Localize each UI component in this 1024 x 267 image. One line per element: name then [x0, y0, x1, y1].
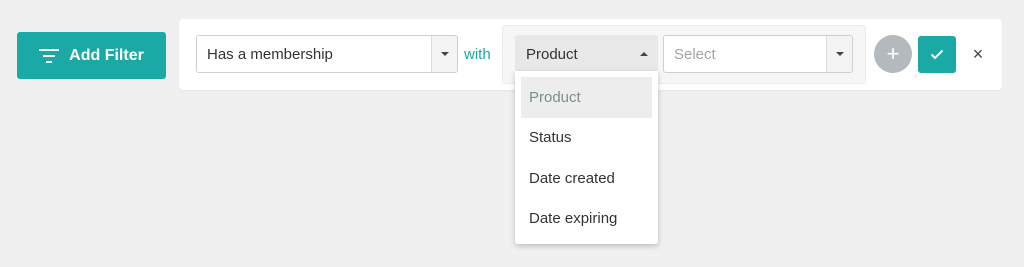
value-select-placeholder: Select: [674, 45, 716, 63]
value-select[interactable]: Select: [663, 35, 853, 73]
dropdown-option-date-created[interactable]: Date created: [515, 158, 658, 199]
check-icon: [930, 49, 944, 60]
remove-filter-button[interactable]: ×: [968, 42, 988, 66]
add-condition-button[interactable]: +: [874, 35, 912, 73]
field-select-value: Product: [526, 45, 578, 63]
condition-select-value: Has a membership: [207, 45, 333, 63]
dropdown-option-status[interactable]: Status: [515, 118, 658, 159]
field-select-toggle[interactable]: [631, 36, 657, 72]
field-dropdown-menu: Product Status Date created Date expirin…: [515, 71, 658, 244]
condition-select[interactable]: Has a membership: [196, 35, 458, 73]
close-icon: ×: [972, 43, 984, 64]
dropdown-option-date-expiring[interactable]: Date expiring: [515, 199, 658, 240]
filter-icon: [39, 48, 60, 63]
add-filter-label: Add Filter: [69, 46, 144, 64]
chevron-down-icon: [440, 52, 449, 56]
plus-icon: +: [886, 41, 900, 66]
condition-select-toggle[interactable]: [431, 36, 457, 72]
chevron-up-icon: [640, 52, 648, 56]
chevron-down-icon: [835, 52, 844, 56]
connector-text: with: [464, 46, 491, 63]
dropdown-option-product[interactable]: Product: [521, 77, 652, 118]
value-select-toggle[interactable]: [826, 36, 852, 72]
field-select[interactable]: Product: [515, 35, 658, 73]
add-filter-button[interactable]: Add Filter: [17, 32, 166, 79]
apply-filter-button[interactable]: [918, 36, 956, 73]
